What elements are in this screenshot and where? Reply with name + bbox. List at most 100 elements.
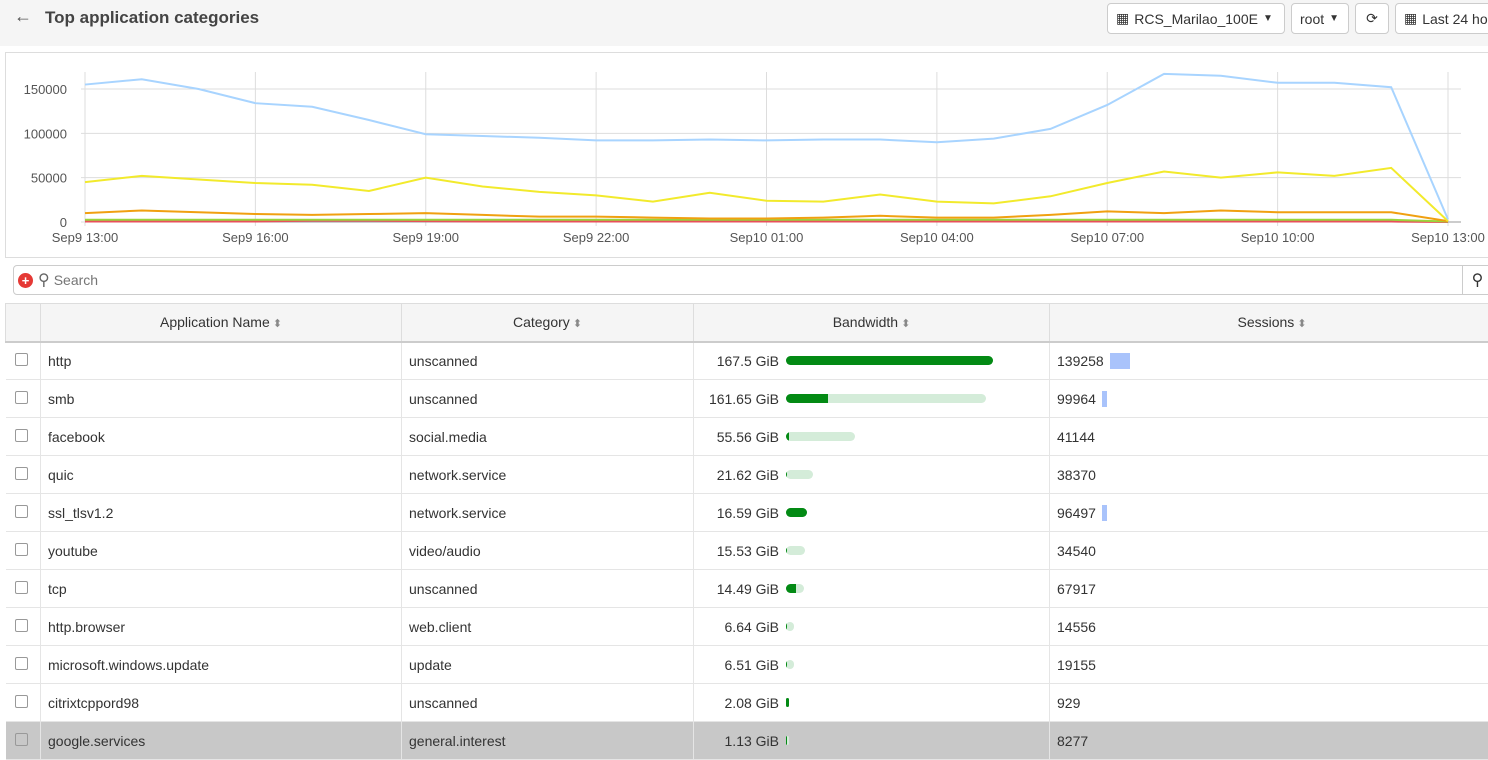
time-range-selector[interactable]: ▦Last 24 hours: [1395, 3, 1488, 34]
row-checkbox[interactable]: [15, 467, 28, 480]
row-checkbox-cell[interactable]: [6, 456, 41, 494]
sessions-value: 99964: [1057, 391, 1096, 407]
bandwidth-cell: 167.5 GiB: [694, 342, 1050, 380]
application-name: youtube: [41, 532, 402, 570]
application-name: http.browser: [41, 608, 402, 646]
sessions-cell: 34540: [1050, 532, 1488, 570]
row-checkbox[interactable]: [15, 619, 28, 632]
application-name: facebook: [41, 418, 402, 456]
table-row[interactable]: google.services general.interest 1.13 Gi…: [6, 722, 1488, 760]
table-row[interactable]: http.browser web.client 6.64 GiB 14556: [6, 608, 1488, 646]
table-row[interactable]: quic network.service 21.62 GiB 38370: [6, 456, 1488, 494]
application-name: ssl_tlsv1.2: [41, 494, 402, 532]
sessions-bar: [1102, 391, 1107, 407]
column-header-application-name[interactable]: Application Name⬍: [41, 304, 402, 342]
bandwidth-bar: [786, 508, 807, 517]
vdom-selector[interactable]: root▼: [1291, 3, 1349, 34]
line-chart: 050000100000150000Sep9 13:00Sep9 16:00Se…: [5, 52, 1488, 258]
bandwidth-bar-fill: [786, 736, 787, 745]
sessions-cell: 99964: [1050, 380, 1488, 418]
row-checkbox-cell[interactable]: [6, 646, 41, 684]
application-name: quic: [41, 456, 402, 494]
bandwidth-cell: 161.65 GiB: [694, 380, 1050, 418]
table-row[interactable]: citrixtcppord98 unscanned 2.08 GiB 929: [6, 684, 1488, 722]
bandwidth-value: 16.59 GiB: [701, 505, 779, 521]
category: unscanned: [402, 684, 694, 722]
row-checkbox-cell[interactable]: [6, 380, 41, 418]
row-checkbox[interactable]: [15, 657, 28, 670]
row-checkbox-cell[interactable]: [6, 608, 41, 646]
row-checkbox-cell[interactable]: [6, 684, 41, 722]
refresh-button[interactable]: ⟳: [1355, 3, 1389, 34]
row-checkbox-cell[interactable]: [6, 532, 41, 570]
bandwidth-value: 21.62 GiB: [701, 467, 779, 483]
x-tick-label: Sep10 13:00: [1411, 230, 1485, 245]
bandwidth-bar: [786, 470, 813, 479]
row-checkbox[interactable]: [15, 733, 28, 746]
bandwidth-bar: [786, 546, 805, 555]
sessions-value: 8277: [1057, 733, 1088, 749]
row-checkbox-cell[interactable]: [6, 418, 41, 456]
x-tick-label: Sep9 19:00: [392, 230, 459, 245]
sort-icon: ⬍: [1297, 318, 1306, 330]
application-name: citrixtcppord98: [41, 684, 402, 722]
row-checkbox[interactable]: [15, 391, 28, 404]
bandwidth-bar: [786, 660, 794, 669]
x-tick-label: Sep9 22:00: [563, 230, 630, 245]
row-checkbox-cell[interactable]: [6, 494, 41, 532]
sessions-bar: [1110, 353, 1130, 369]
column-header-category[interactable]: Category⬍: [402, 304, 694, 342]
sessions-cell: 19155: [1050, 646, 1488, 684]
row-checkbox[interactable]: [15, 353, 28, 366]
row-checkbox[interactable]: [15, 581, 28, 594]
row-checkbox-cell[interactable]: [6, 342, 41, 380]
row-checkbox[interactable]: [15, 505, 28, 518]
bandwidth-bar-fill: [786, 356, 993, 365]
category: update: [402, 646, 694, 684]
application-name: tcp: [41, 570, 402, 608]
search-input[interactable]: [54, 272, 1488, 288]
column-header-bandwidth[interactable]: Bandwidth⬍: [694, 304, 1050, 342]
row-checkbox[interactable]: [15, 429, 28, 442]
row-checkbox-cell[interactable]: [6, 570, 41, 608]
bandwidth-bar-fill: [786, 508, 807, 517]
add-filter-icon[interactable]: +: [18, 273, 33, 288]
applications-table: Application Name⬍ Category⬍ Bandwidth⬍ S…: [5, 303, 1488, 760]
row-checkbox[interactable]: [15, 543, 28, 556]
sessions-bar: [1102, 505, 1107, 521]
sessions-value: 38370: [1057, 467, 1096, 483]
device-selector[interactable]: ▦RCS_Marilao_100E▼: [1107, 3, 1285, 34]
sort-icon: ⬍: [573, 318, 582, 330]
table-row[interactable]: facebook social.media 55.56 GiB 41144: [6, 418, 1488, 456]
back-arrow-icon[interactable]: ←: [14, 6, 32, 27]
sessions-cell: 139258: [1050, 342, 1488, 380]
device-icon: ▦: [1116, 10, 1129, 27]
search-button[interactable]: ⚲: [1462, 266, 1488, 294]
bandwidth-value: 15.53 GiB: [701, 543, 779, 559]
table-row[interactable]: tcp unscanned 14.49 GiB 67917: [6, 570, 1488, 608]
sessions-cell: 14556: [1050, 608, 1488, 646]
column-header-sessions[interactable]: Sessions⬍: [1050, 304, 1488, 342]
x-tick-label: Sep9 13:00: [52, 230, 119, 245]
table-row[interactable]: microsoft.windows.update update 6.51 GiB…: [6, 646, 1488, 684]
bandwidth-bar-fill: [786, 546, 787, 555]
table-row[interactable]: ssl_tlsv1.2 network.service 16.59 GiB 96…: [6, 494, 1488, 532]
table-row[interactable]: http unscanned 167.5 GiB 139258: [6, 342, 1488, 380]
row-checkbox[interactable]: [15, 695, 28, 708]
category: network.service: [402, 456, 694, 494]
row-checkbox-cell[interactable]: [6, 722, 41, 760]
table-row[interactable]: youtube video/audio 15.53 GiB 34540: [6, 532, 1488, 570]
y-tick-label: 0: [60, 215, 67, 230]
category: unscanned: [402, 380, 694, 418]
bandwidth-bar: [786, 584, 804, 593]
bandwidth-cell: 6.51 GiB: [694, 646, 1050, 684]
search-icon: ⚲: [38, 270, 50, 290]
x-tick-label: Sep10 10:00: [1241, 230, 1315, 245]
bandwidth-bar-fill: [786, 470, 787, 479]
page-title: Top application categories: [45, 8, 259, 28]
sessions-value: 41144: [1057, 429, 1095, 445]
table-row[interactable]: smb unscanned 161.65 GiB 99964: [6, 380, 1488, 418]
bandwidth-value: 161.65 GiB: [701, 391, 779, 407]
bandwidth-bar: [786, 394, 986, 403]
bandwidth-bar: [786, 432, 855, 441]
